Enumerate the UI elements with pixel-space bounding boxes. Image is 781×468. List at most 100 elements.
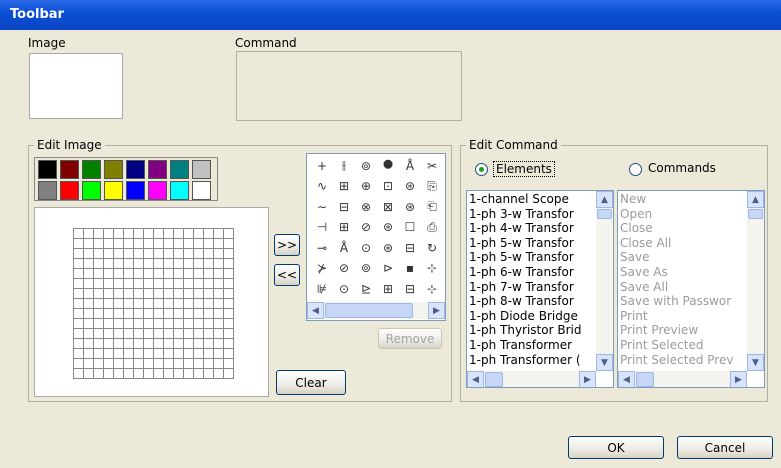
commands-list[interactable]: New Open Close Close All Save Save As Save All… (617, 190, 765, 388)
toolbar-icon[interactable]: ⊛ (400, 178, 420, 195)
scroll-thumb[interactable] (748, 209, 763, 219)
ok-button[interactable]: OK (568, 436, 664, 459)
toolbar-icon[interactable]: ⊞ (378, 280, 398, 297)
color-swatch[interactable] (104, 181, 123, 200)
toolbar-icon[interactable]: ⎙ (422, 219, 442, 236)
list-item[interactable]: 1-ph Diode Bridge (469, 309, 578, 323)
cancel-button[interactable]: Cancel (677, 436, 773, 459)
list-item[interactable]: 1-ph 7-w Transfor (469, 280, 574, 294)
list-item[interactable]: Save All (620, 280, 668, 294)
scroll-down-icon[interactable]: ▼ (596, 354, 613, 371)
toolbar-icon[interactable]: ⊚ (356, 260, 376, 277)
color-swatch[interactable] (82, 181, 101, 200)
toolbar-icon[interactable]: ⊟ (400, 239, 420, 256)
list-item[interactable]: Close All (620, 236, 671, 250)
color-swatch[interactable] (60, 181, 79, 200)
toolbar-icon[interactable]: ⊹ (422, 260, 442, 277)
scroll-down-icon[interactable]: ▼ (747, 354, 764, 371)
toolbar-icon[interactable]: ⊞ (334, 178, 354, 195)
list-item[interactable]: 1-ph 6-w Transfor (469, 266, 574, 279)
toolbar-icon[interactable]: ⊵ (356, 280, 376, 297)
scroll-thumb[interactable] (325, 303, 413, 318)
toolbar-icon[interactable]: Å (334, 239, 354, 256)
toolbar-icon[interactable]: ✂ (422, 157, 442, 174)
toolbar-icon[interactable]: ⊙ (356, 239, 376, 256)
color-swatch[interactable] (126, 181, 145, 200)
toolbar-icon[interactable]: ⫲ (334, 157, 354, 174)
list-item[interactable]: Save As (620, 266, 668, 279)
toolbar-icon[interactable]: ⊛ (400, 198, 420, 215)
toolbar-icon[interactable]: ⊘ (356, 219, 376, 236)
color-swatch[interactable] (38, 181, 57, 200)
pixel-grid[interactable] (73, 228, 234, 379)
scroll-left-icon[interactable]: ◀ (467, 371, 484, 387)
scroll-thumb[interactable] (597, 209, 612, 219)
list-item[interactable]: 1-ph 5-w Transfor (469, 251, 574, 264)
toolbar-icon[interactable]: ⊡ (378, 178, 398, 195)
color-swatch[interactable] (170, 181, 189, 200)
toolbar-icon[interactable]: + (312, 157, 332, 174)
toolbar-icon[interactable]: ⊯ (312, 280, 332, 297)
toolbar-icon[interactable]: ⊘ (334, 260, 354, 277)
image-editor-canvas[interactable] (34, 207, 269, 397)
toolbar-icon[interactable]: ⊟ (334, 198, 354, 215)
color-swatch[interactable] (38, 160, 57, 179)
toolbar-icon[interactable]: ⊳ (378, 260, 398, 277)
elements-radio[interactable] (475, 163, 488, 176)
scroll-left-icon[interactable]: ◀ (618, 371, 635, 387)
commands-radio-label[interactable]: Commands (648, 161, 716, 175)
scroll-thumb[interactable] (636, 372, 654, 387)
toolbar-icon[interactable]: ☐ (400, 219, 420, 236)
list-item[interactable]: 1-ph 3-w Transfor (469, 207, 574, 221)
toolbar-icon[interactable]: ⊣ (312, 219, 332, 236)
toolbar-icon[interactable]: ⊚ (356, 157, 376, 174)
list-item[interactable]: 1-ph Transformer (469, 339, 572, 352)
list-item[interactable]: Print Selected Prev (620, 353, 733, 367)
scroll-left-icon[interactable]: ◀ (307, 302, 324, 319)
toolbar-icon[interactable]: ⊟ (400, 280, 420, 297)
list-item[interactable]: Print Preview (620, 324, 698, 337)
color-swatch[interactable] (104, 160, 123, 179)
color-swatch[interactable] (126, 160, 145, 179)
toolbar-icon[interactable]: ⎘ (422, 178, 442, 195)
color-swatch[interactable] (60, 160, 79, 179)
list-item[interactable]: 1-ph 8-w Transfor (469, 295, 574, 308)
scroll-right-icon[interactable]: ▶ (428, 302, 445, 319)
toolbar-icon[interactable]: ⊸ (312, 239, 332, 256)
toolbar-icon[interactable]: ⊕ (356, 178, 376, 195)
color-swatch[interactable] (148, 160, 167, 179)
color-swatch[interactable] (170, 160, 189, 179)
scroll-up-icon[interactable]: ▲ (747, 191, 764, 208)
list-item[interactable]: Print (620, 309, 648, 323)
toolbar-icon[interactable]: ⯃ (378, 157, 398, 174)
color-swatch[interactable] (148, 181, 167, 200)
list-item[interactable]: Open (620, 207, 652, 221)
remove-button[interactable]: Remove (378, 328, 442, 349)
toolbar-icon[interactable]: ⊠ (378, 198, 398, 215)
toolbar-icon[interactable]: Å (400, 157, 420, 174)
list-item[interactable]: 1-ph 5-w Transfor (469, 236, 574, 250)
toolbar-icon[interactable]: ∼ (312, 198, 332, 215)
toolbar-icon[interactable]: ▪ (400, 260, 420, 277)
list-item[interactable]: New (620, 193, 646, 206)
scroll-up-icon[interactable]: ▲ (596, 191, 613, 208)
list-item[interactable]: Save with Passwor (620, 295, 731, 308)
list-item[interactable]: Close (620, 222, 653, 235)
toolbar-icon[interactable]: ⊗ (356, 198, 376, 215)
color-swatch[interactable] (192, 160, 211, 179)
scroll-thumb[interactable] (485, 372, 503, 387)
list-item[interactable]: 1-channel Scope (469, 193, 569, 206)
elements-list[interactable]: 1-channel Scope 1-ph 3-w Transfor 1-ph 4-w… (466, 190, 614, 388)
toolbar-icon[interactable]: ⊛ (378, 219, 398, 236)
elements-radio-label[interactable]: Elements (493, 161, 555, 177)
commands-radio[interactable] (629, 163, 642, 176)
remove-image-button[interactable]: << (274, 264, 300, 286)
clear-button[interactable]: Clear (276, 370, 346, 395)
list-item[interactable]: 1-ph Transformer ( (469, 353, 581, 367)
list-item[interactable]: Save (620, 251, 649, 264)
color-swatch[interactable] (192, 181, 211, 200)
toolbar-icon[interactable]: ⊙ (334, 280, 354, 297)
color-swatch[interactable] (82, 160, 101, 179)
list-item[interactable]: 1-ph 4-w Transfor (469, 222, 574, 235)
toolbar-icon[interactable]: ⊁ (312, 260, 332, 277)
